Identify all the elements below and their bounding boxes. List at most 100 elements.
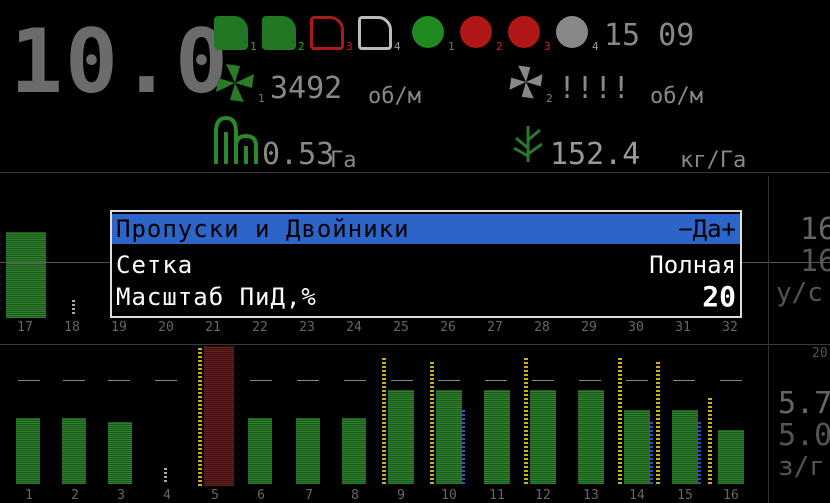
top-col-label: 31 (675, 320, 691, 335)
bottom-col-label: 4 (163, 488, 171, 503)
target-dash (720, 380, 742, 381)
bottom-col-label: 10 (441, 488, 457, 503)
section-4-index: 4 (394, 40, 401, 53)
double-marker (650, 420, 653, 484)
column-6-bar (248, 418, 272, 484)
bottom-col-label: 1 (25, 488, 33, 503)
top-col-label: 26 (440, 320, 456, 335)
menu-item-label: Пропуски и Двойники (116, 215, 410, 243)
section-1-index: 1 (250, 40, 257, 53)
section-2-index: 2 (298, 40, 305, 53)
bottom-col-label: 15 (677, 488, 693, 503)
column-4-marker (164, 466, 167, 482)
target-dash (297, 380, 319, 381)
right-top-unit: у/с (776, 278, 823, 308)
menu-item-skips-doubles[interactable]: Пропуски и Двойники −Да+ (112, 214, 740, 244)
seeder-3-index: 3 (544, 40, 551, 53)
ground-speed: 10.0 (10, 10, 230, 113)
top-col-label: 21 (205, 320, 221, 335)
target-dash (579, 380, 601, 381)
clock: 15 09 (604, 18, 695, 53)
skip-marker (198, 346, 202, 486)
seeder-4-index: 4 (592, 40, 599, 53)
menu-item-grid[interactable]: Сетка Полная (112, 250, 740, 280)
column-14-bar (624, 410, 650, 484)
seeder-2-icon (460, 16, 492, 48)
target-dash (485, 380, 507, 381)
skip-marker (524, 358, 528, 484)
menu-item-value[interactable]: Полная (649, 250, 736, 280)
settings-popup: Пропуски и Двойники −Да+ Сетка Полная Ма… (110, 210, 742, 318)
area-icon (214, 115, 258, 164)
seeder-4-icon (556, 16, 588, 48)
section-1-icon (214, 16, 248, 50)
top-col-label: 27 (487, 320, 503, 335)
top-col-label: 20 (158, 320, 174, 335)
right-panel-separator (768, 176, 769, 503)
top-col-label: 22 (252, 320, 268, 335)
section-2-icon (262, 16, 296, 50)
target-dash (626, 380, 648, 381)
skip-marker (618, 358, 622, 484)
target-dash (438, 380, 460, 381)
double-marker (698, 420, 701, 484)
skip-marker (656, 360, 660, 484)
column-5-alarm-bar (204, 346, 234, 486)
right-top-value-b: 16 (800, 244, 830, 279)
bottom-col-label: 16 (723, 488, 739, 503)
target-dash (18, 380, 40, 381)
right-mid-label: 20 (812, 346, 828, 361)
bottom-col-label: 9 (397, 488, 405, 503)
bottom-col-label: 12 (535, 488, 551, 503)
top-col-label: 28 (534, 320, 550, 335)
top-col-label: 17 (17, 320, 33, 335)
target-dash (673, 380, 695, 381)
menu-item-value[interactable]: 20 (702, 282, 736, 312)
fan-2-unit: об/м (650, 84, 703, 109)
target-dash (108, 380, 130, 381)
target-dash (344, 380, 366, 381)
top-col-label: 18 (64, 320, 80, 335)
area-unit: Га (330, 148, 357, 173)
column-11-bar (484, 390, 510, 484)
top-col-label: 29 (581, 320, 597, 335)
target-dash (155, 380, 177, 381)
seeder-1-icon (412, 16, 444, 48)
column-13-bar (578, 390, 604, 484)
column-3-bar (108, 422, 132, 484)
area-value: 0.53 (262, 137, 335, 172)
menu-item-label: Масштаб ПиД,% (116, 283, 317, 311)
top-col-label: 25 (393, 320, 409, 335)
bottom-col-label: 13 (583, 488, 599, 503)
right-top-value-a: 16 (800, 212, 830, 247)
target-dash (391, 380, 413, 381)
column-8-bar (342, 418, 366, 484)
section-4-icon (358, 16, 392, 50)
bottom-col-label: 7 (305, 488, 313, 503)
menu-item-value[interactable]: −Да+ (678, 214, 736, 244)
section-3-icon (310, 16, 344, 50)
top-col-label: 24 (346, 320, 362, 335)
rate-value: 152.4 (550, 137, 641, 172)
menu-item-scale[interactable]: Масштаб ПиД,% 20 (112, 282, 740, 312)
column-1-bar (16, 418, 40, 484)
right-low-value-b: 5.0 (778, 418, 830, 453)
bottom-col-label: 2 (71, 488, 79, 503)
header-divider (0, 172, 830, 173)
fan-2-icon (509, 65, 543, 99)
double-marker (462, 410, 465, 484)
column-16-bar (718, 430, 744, 484)
column-15-bar (672, 410, 698, 484)
skip-marker (708, 396, 712, 484)
rate-unit: кг/Га (680, 148, 747, 173)
column-17-bar (6, 232, 46, 318)
menu-item-label: Сетка (116, 251, 194, 279)
seeder-1-index: 1 (448, 40, 455, 53)
top-col-label: 30 (628, 320, 644, 335)
mid-divider (0, 344, 830, 345)
fan-2-index: 2 (546, 92, 553, 105)
column-18-marker (72, 298, 75, 314)
column-9-bar (388, 390, 414, 484)
skip-marker (382, 358, 386, 484)
bottom-col-label: 3 (117, 488, 125, 503)
